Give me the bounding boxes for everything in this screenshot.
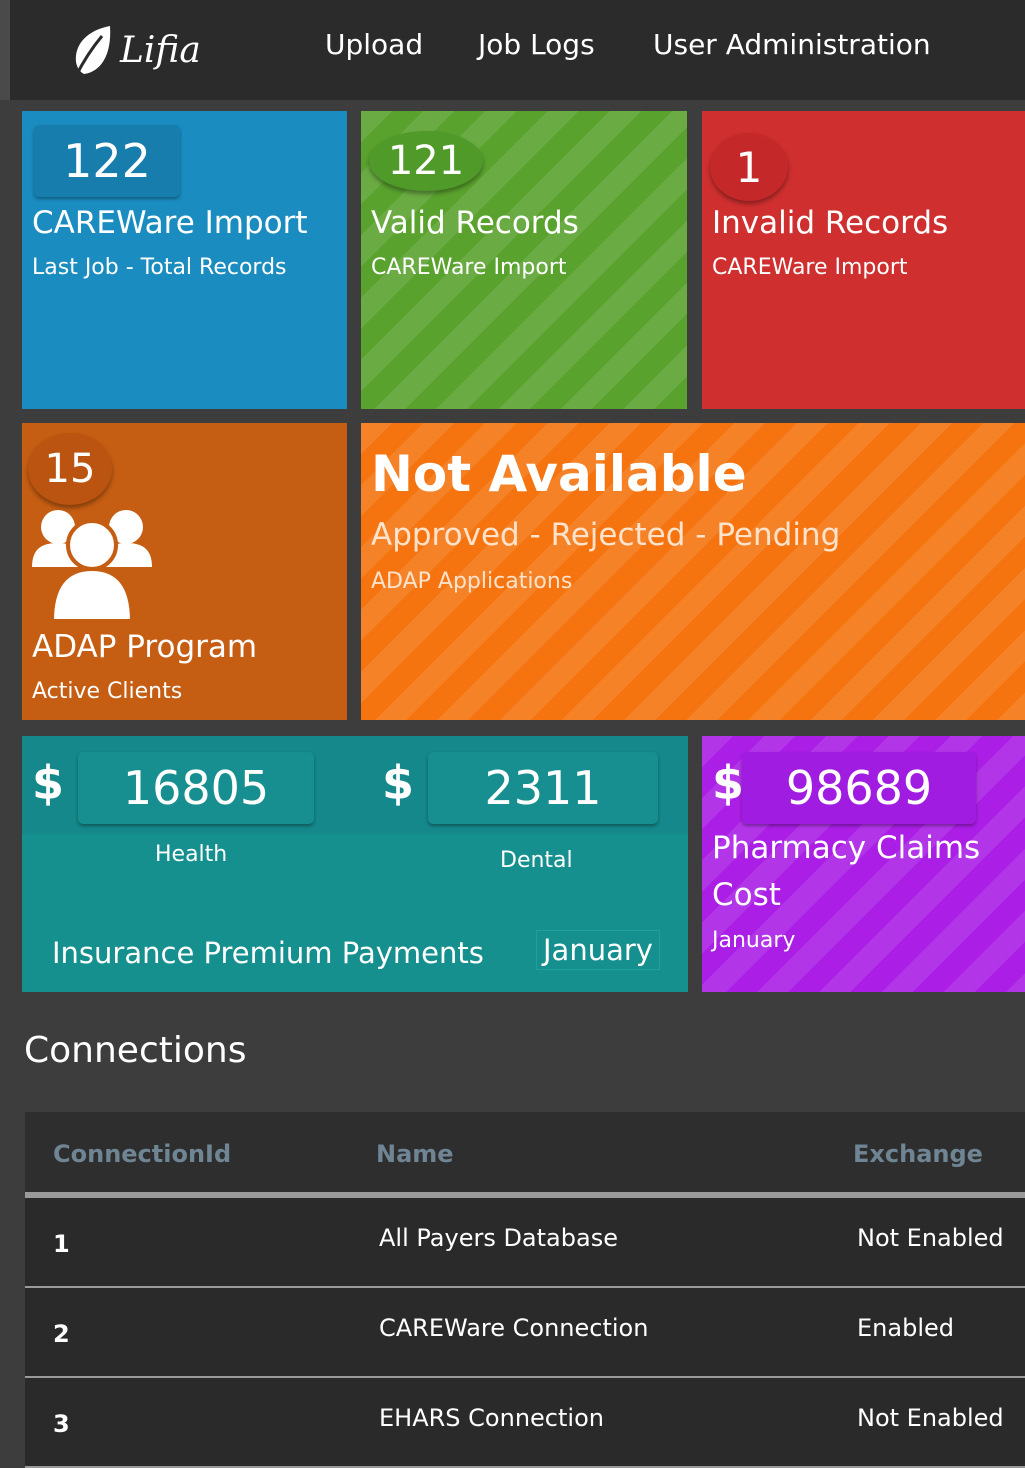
nav-upload[interactable]: Upload — [325, 28, 423, 61]
dental-label: Dental — [500, 848, 573, 873]
cell-connection-exchange: Not Enabled — [857, 1224, 1004, 1252]
cell-connection-name: All Payers Database — [379, 1224, 618, 1252]
applications-heading: Not Available — [371, 445, 747, 503]
leaf-icon — [74, 26, 111, 77]
pharmacy-month: January — [712, 928, 796, 953]
health-label: Health — [155, 842, 228, 867]
careware-title: CAREWare Import — [32, 205, 308, 241]
valid-count: 121 — [387, 138, 465, 184]
pharmacy-title-line2: Cost — [712, 877, 781, 913]
table-row[interactable]: 3 EHARS Connection Not Enabled — [25, 1378, 1025, 1468]
careware-subtitle: Last Job - Total Records — [32, 255, 287, 280]
invalid-title: Invalid Records — [712, 205, 949, 241]
valid-subtitle: CAREWare Import — [371, 255, 567, 280]
valid-title: Valid Records — [371, 205, 579, 241]
cell-connection-exchange: Not Enabled — [857, 1404, 1004, 1432]
valid-records-tile[interactable]: 121 Valid Records CAREWare Import — [361, 111, 687, 409]
dental-currency: $ — [382, 756, 415, 810]
pharmacy-value-badge: 98689 — [742, 752, 976, 824]
adap-count-badge: 15 — [28, 433, 112, 505]
pharmacy-claims-tile[interactable]: $ 98689 Pharmacy Claims Cost January — [702, 736, 1025, 992]
users-icon — [32, 510, 152, 623]
cell-connection-id: 3 — [53, 1410, 70, 1438]
nav-user-administration[interactable]: User Administration — [653, 28, 931, 61]
invalid-count-badge: 1 — [710, 133, 788, 201]
adap-title: ADAP Program — [32, 629, 258, 665]
pharmacy-value: 98689 — [785, 761, 933, 815]
table-header: ConnectionId Name Exchange — [25, 1112, 1025, 1198]
column-header-connectionid[interactable]: ConnectionId — [53, 1140, 231, 1168]
insurance-premium-tile[interactable]: $ 16805 Health $ 2311 Dental Insurance P… — [22, 736, 688, 992]
valid-count-badge: 121 — [369, 131, 483, 191]
column-header-exchange[interactable]: Exchange — [853, 1140, 983, 1168]
pharmacy-currency: $ — [712, 756, 745, 810]
health-value: 16805 — [122, 761, 270, 815]
invalid-subtitle: CAREWare Import — [712, 255, 908, 280]
careware-count: 122 — [63, 134, 151, 188]
invalid-records-tile[interactable]: 1 Invalid Records CAREWare Import — [702, 111, 1025, 409]
insurance-title: Insurance Premium Payments — [52, 936, 484, 970]
adap-subtitle: Active Clients — [32, 679, 183, 704]
navbar-corner — [0, 0, 10, 100]
dental-value-badge: 2311 — [428, 752, 658, 824]
applications-subtitle: ADAP Applications — [371, 569, 573, 594]
applications-title: Approved - Rejected - Pending — [371, 517, 841, 553]
dental-value: 2311 — [484, 761, 602, 815]
table-row[interactable]: 1 All Payers Database Not Enabled — [25, 1198, 1025, 1288]
pharmacy-title-line1: Pharmacy Claims — [712, 830, 981, 866]
app-logo[interactable]: Lifia — [66, 22, 201, 78]
cell-connection-name: CAREWare Connection — [379, 1314, 649, 1342]
cell-connection-id: 1 — [53, 1230, 70, 1258]
nav-job-logs[interactable]: Job Logs — [478, 28, 595, 61]
adap-program-tile[interactable]: 15 ADAP Program Active Clients — [22, 423, 347, 720]
careware-count-badge: 122 — [34, 125, 180, 197]
health-currency: $ — [32, 756, 65, 810]
table-row[interactable]: 2 CAREWare Connection Enabled — [25, 1288, 1025, 1378]
adap-count: 15 — [44, 446, 96, 492]
cell-connection-name: EHARS Connection — [379, 1404, 604, 1432]
invalid-count: 1 — [735, 142, 763, 192]
cell-connection-exchange: Enabled — [857, 1314, 954, 1342]
careware-import-tile[interactable]: 122 CAREWare Import Last Job - Total Rec… — [22, 111, 347, 409]
top-navbar: Lifia Upload Job Logs User Administratio… — [0, 0, 1025, 100]
adap-applications-tile[interactable]: Not Available Approved - Rejected - Pend… — [361, 423, 1025, 720]
logo-text: Lifia — [120, 29, 201, 71]
insurance-month-selector[interactable]: January — [536, 930, 660, 970]
connections-heading: Connections — [24, 1030, 247, 1071]
cell-connection-id: 2 — [53, 1320, 70, 1348]
health-value-badge: 16805 — [78, 752, 314, 824]
column-header-name[interactable]: Name — [376, 1140, 454, 1168]
connections-table: ConnectionId Name Exchange 1 All Payers … — [25, 1112, 1025, 1468]
